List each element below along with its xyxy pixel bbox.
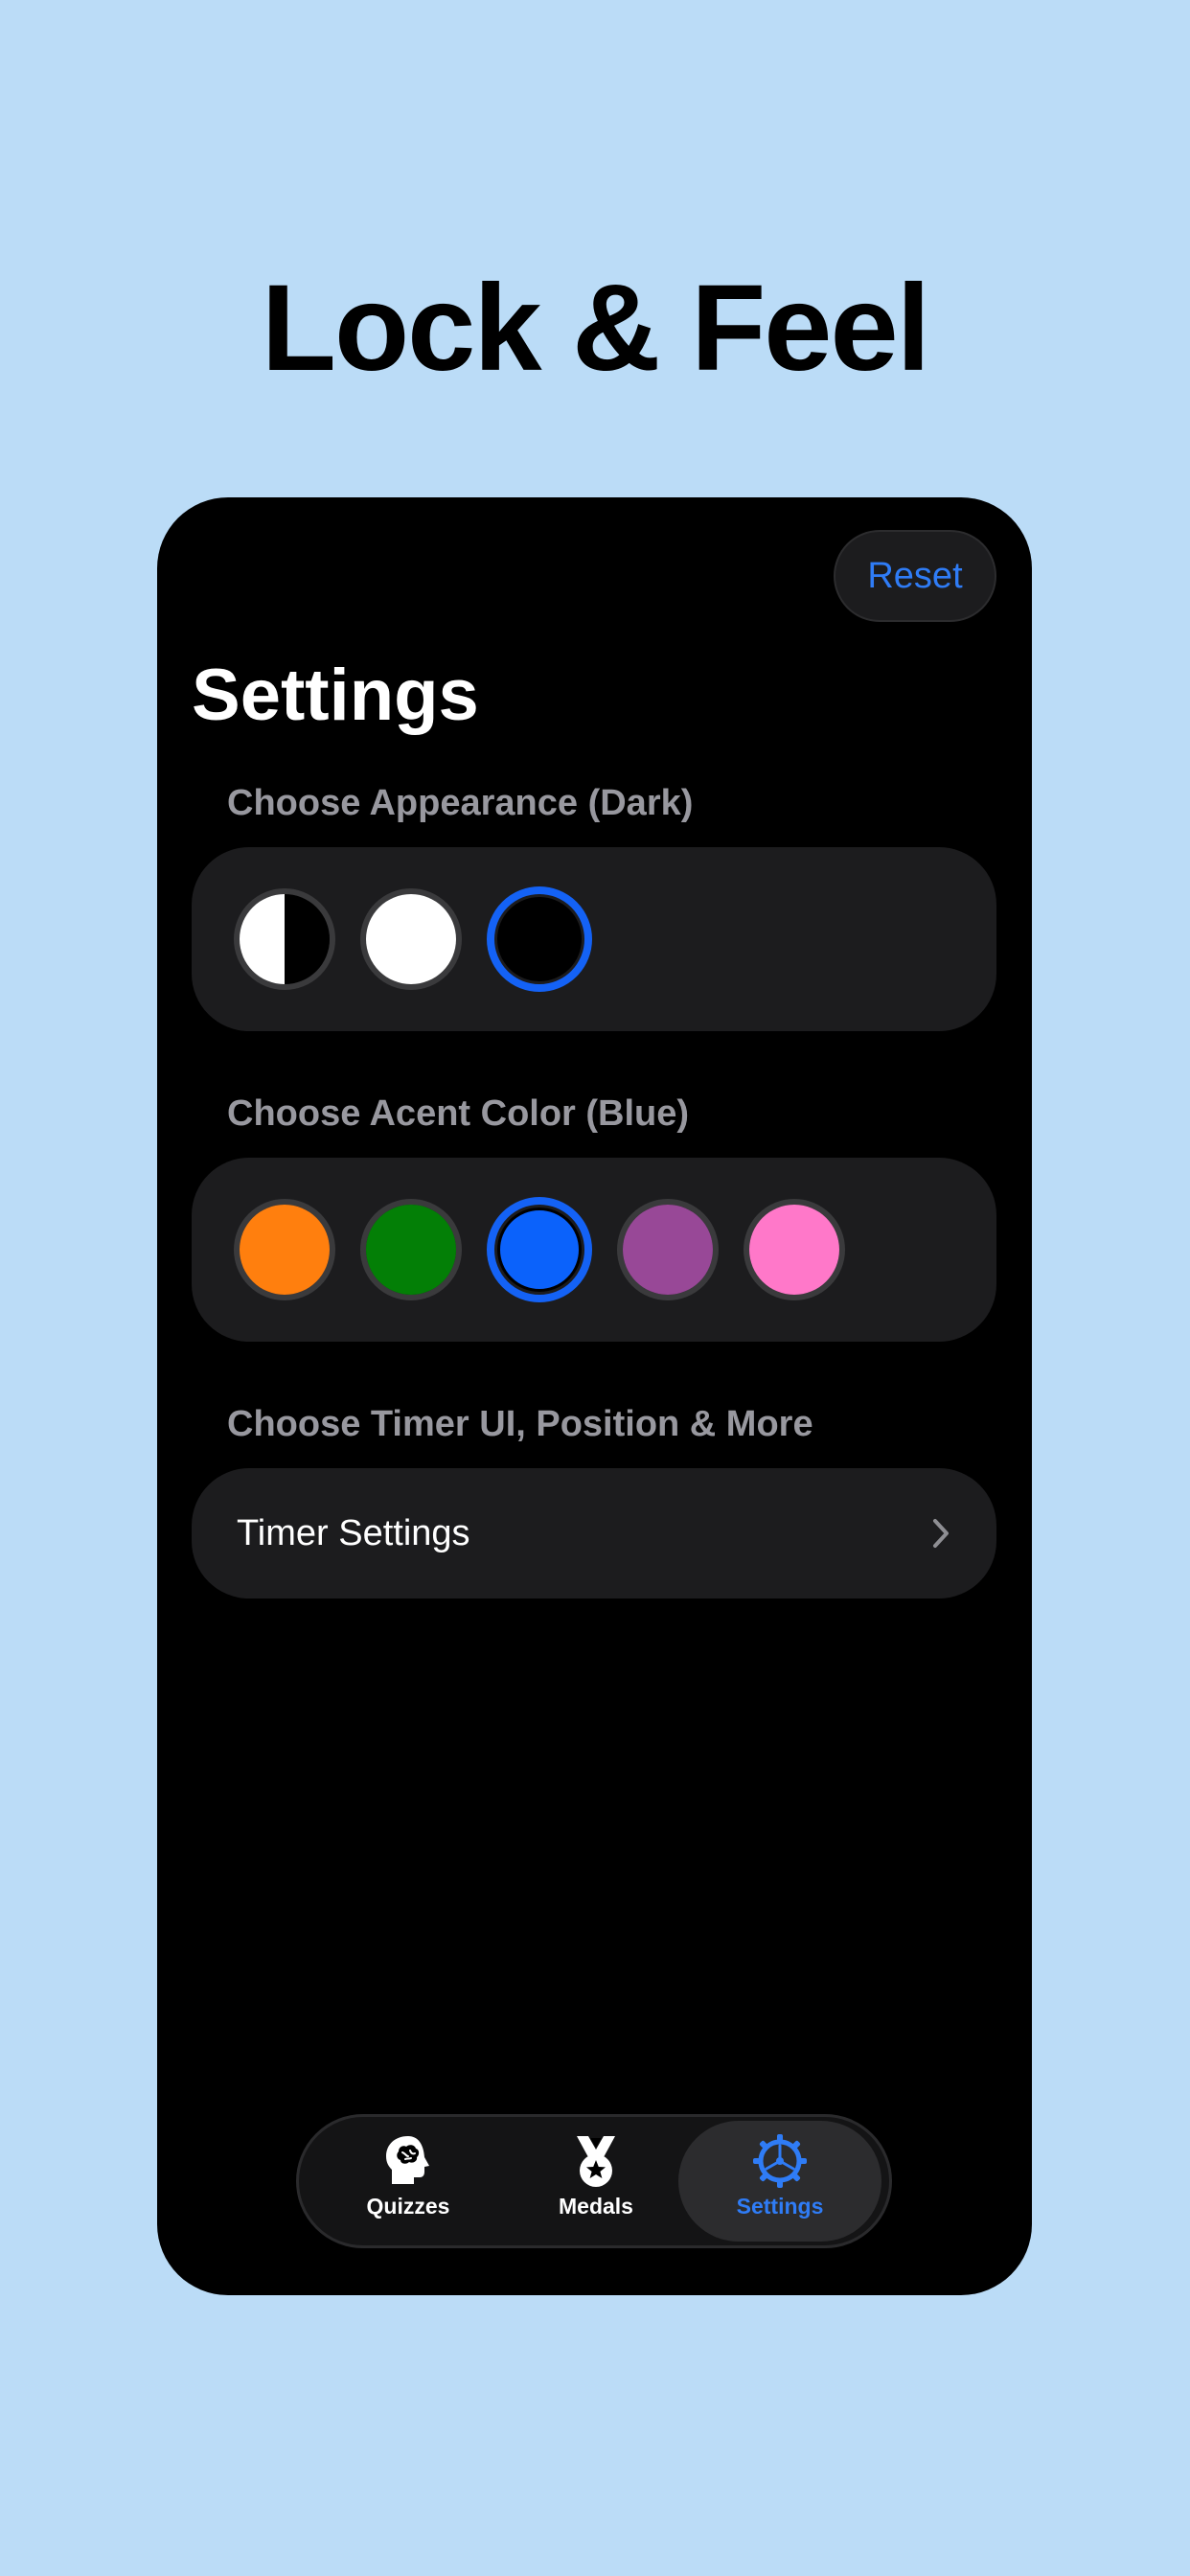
phone-screen: Reset Settings Choose Appearance (Dark) … [157, 497, 1032, 2295]
accent-section-label: Choose Acent Color (Blue) [227, 1093, 690, 1134]
page-title: Settings [192, 655, 479, 736]
timer-section-label: Choose Timer UI, Position & More [227, 1404, 813, 1444]
appearance-option-system[interactable] [234, 888, 335, 990]
half-contrast-icon [240, 894, 330, 984]
light-swatch-fill [366, 894, 456, 984]
appearance-section-label: Choose Appearance (Dark) [227, 783, 694, 823]
chevron-right-icon [933, 1519, 949, 1548]
purple-swatch-fill [623, 1205, 713, 1295]
pink-swatch-fill [749, 1205, 839, 1295]
tab-bar: Quizzes Medals Settings [296, 2114, 892, 2248]
timer-settings-row[interactable]: Timer Settings [192, 1468, 996, 1598]
tab-medals[interactable]: Medals [494, 2121, 698, 2242]
appearance-card [192, 847, 996, 1031]
appearance-option-light[interactable] [360, 888, 462, 990]
accent-option-orange[interactable] [234, 1199, 335, 1300]
blue-swatch-fill [497, 1208, 582, 1292]
timer-settings-label: Timer Settings [237, 1512, 470, 1553]
accent-option-purple[interactable] [617, 1199, 719, 1300]
appearance-options [234, 847, 617, 1031]
accent-option-green[interactable] [360, 1199, 462, 1300]
accent-option-pink[interactable] [744, 1199, 845, 1300]
brain-head-icon [386, 2136, 429, 2184]
tab-quizzes-label: Quizzes [366, 2194, 450, 2219]
appearance-option-dark[interactable] [487, 886, 592, 992]
orange-swatch-fill [240, 1205, 330, 1295]
headline: Lock & Feel [261, 260, 930, 397]
medal-icon [577, 2136, 615, 2187]
green-swatch-fill [366, 1205, 456, 1295]
dark-swatch-fill [497, 897, 582, 981]
tab-medals-label: Medals [559, 2194, 633, 2219]
tab-quizzes[interactable]: Quizzes [307, 2121, 510, 2242]
reset-button[interactable]: Reset [834, 530, 996, 622]
tab-settings[interactable]: Settings [678, 2121, 881, 2242]
gear-icon [753, 2134, 807, 2188]
accent-option-blue[interactable] [487, 1197, 592, 1302]
accent-options [234, 1158, 870, 1342]
tab-settings-label: Settings [736, 2194, 824, 2219]
accent-card [192, 1158, 996, 1342]
